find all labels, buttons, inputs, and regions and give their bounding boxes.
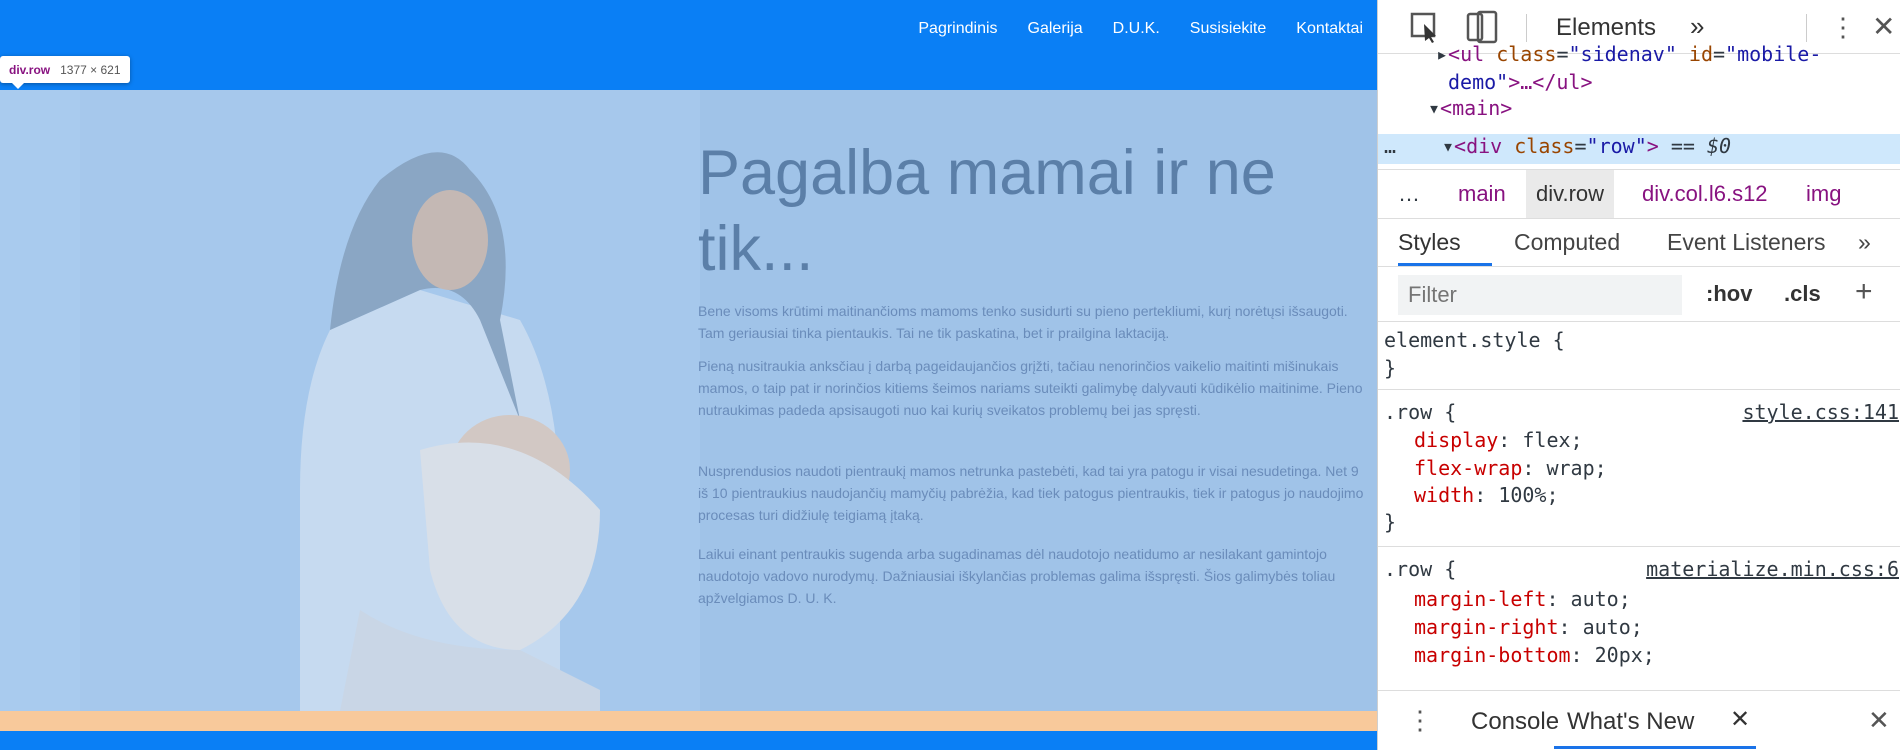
styles-subtabs: Styles Computed Event Listeners » [1378,219,1900,267]
devtools-close-icon[interactable]: ✕ [1872,10,1895,43]
new-style-rule-icon[interactable]: + [1855,275,1873,309]
rule-close-brace: } [1384,356,1397,380]
devtools-panel: Elements » ⋮ ✕ ▸<ul class="sidenav" id="… [1377,0,1900,750]
hero-paragraph: Nusprendusios naudoti pientraukį mamos n… [698,463,1364,523]
sub-more-chevron-icon[interactable]: » [1858,229,1871,256]
css-property[interactable]: margin-bottom: 20px; [1414,643,1655,667]
console-drawer: ⋮ Console What's New ✕ ✕ [1378,690,1900,750]
rule-selector[interactable]: .row { [1384,400,1456,424]
css-property[interactable]: margin-left: auto; [1414,587,1631,611]
nav-link-faq[interactable]: D.U.K. [1113,20,1160,38]
rule-close-brace: } [1384,510,1397,534]
tooltip-dimensions: 1377 × 621 [60,62,121,77]
tab-console[interactable]: Console [1471,708,1559,736]
page-viewport: Pagrindinis Galerija D.U.K. Susisiekite … [0,0,1377,750]
styles-filter-input[interactable] [1398,275,1682,315]
css-property[interactable]: width: 100%; [1414,483,1559,507]
tab-whats-new[interactable]: What's New [1567,708,1694,736]
hero-paragraph: Laikui einant pentraukis sugenda arba su… [698,546,1336,606]
close-tab-icon[interactable]: ✕ [1730,705,1750,734]
site-navbar: Pagrindinis Galerija D.U.K. Susisiekite … [0,0,1377,90]
hero-title: Pagalba mamai ir ne tik... [698,138,1276,284]
drawer-menu-icon[interactable]: ⋮ [1407,705,1433,736]
tab-elements[interactable]: Elements [1556,14,1656,42]
toolbar-divider [1526,14,1527,42]
css-rule-materialize: .row { materialize.min.css:6 margin-left… [1378,547,1900,690]
dom-node-dots[interactable]: … [1384,134,1396,158]
css-rule-style: .row { style.css:141 display: flex; flex… [1378,390,1900,547]
rule-source-link[interactable]: style.css:141 [1742,400,1899,424]
tooltip-selector: div.row [9,62,51,77]
rule-source-link[interactable]: materialize.min.css:6 [1646,557,1899,581]
dom-tree: ▸<ul class="sidenav" id="mobile- demo">…… [1378,42,1900,169]
breadcrumb-div-row[interactable]: div.row [1526,170,1615,218]
styles-filter-bar: :hov .cls + [1378,267,1900,322]
css-property[interactable]: display: flex; [1414,428,1583,452]
inspected-row-highlight: Pagalba mamai ir ne tik... Bene visoms k… [0,90,1377,711]
breadcrumb: … main div.row div.col.l6.s12 img [1378,169,1900,219]
toolbar-divider [1806,14,1807,42]
inspect-tooltip: div.row 1377 × 621 [0,56,130,83]
dom-node-div-row-selected[interactable]: … ▾<div class="row"> == $0 [1378,134,1900,164]
breadcrumb-ellipsis[interactable]: … [1398,181,1420,207]
nav-link-contacts[interactable]: Kontaktai [1296,20,1363,38]
dom-node-ul-continued[interactable]: demo">…</ul> [1448,70,1593,94]
hover-state-button[interactable]: :hov [1706,281,1752,307]
nav-link-home[interactable]: Pagrindinis [918,20,997,38]
tab-event-listeners[interactable]: Event Listeners [1667,229,1826,256]
more-tabs-chevron-icon[interactable]: » [1690,11,1704,42]
tab-styles[interactable]: Styles [1398,229,1461,256]
rule-selector[interactable]: .row { [1384,557,1456,581]
class-toggle-button[interactable]: .cls [1784,281,1821,307]
nav-link-gallery[interactable]: Galerija [1028,20,1083,38]
css-property[interactable]: flex-wrap: wrap; [1414,456,1607,480]
hero-photo-mother-baby [0,90,700,711]
dom-node-main[interactable]: ▾<main> [1428,96,1512,120]
breadcrumb-div-col[interactable]: div.col.l6.s12 [1642,181,1768,207]
css-property[interactable]: margin-right: auto; [1414,615,1643,639]
devtools-menu-icon[interactable]: ⋮ [1830,12,1856,43]
nav-link-contact-us[interactable]: Susisiekite [1190,20,1266,38]
tooltip-arrow [12,83,24,89]
element-style-rule: element.style { } [1378,322,1900,390]
active-drawer-tab-indicator [1554,746,1756,749]
breadcrumb-img[interactable]: img [1806,181,1841,207]
dom-node-ul[interactable]: ▸<ul class="sidenav" id="mobile- [1436,42,1821,66]
drawer-close-icon[interactable]: ✕ [1868,705,1890,736]
hero-paragraph: Pieną nusitraukia anksčiau į darbą pagei… [698,358,1363,418]
tab-computed[interactable]: Computed [1514,229,1620,256]
nav-links: Pagrindinis Galerija D.U.K. Susisiekite … [918,20,1363,38]
breadcrumb-main[interactable]: main [1458,181,1506,207]
site-footer [0,731,1377,750]
hero-paragraph: Bene visoms krūtimi maitinančioms mamoms… [698,303,1348,341]
element-style-selector[interactable]: element.style { [1384,328,1565,352]
active-tab-indicator [1398,263,1492,266]
margin-bottom-highlight [0,711,1377,731]
